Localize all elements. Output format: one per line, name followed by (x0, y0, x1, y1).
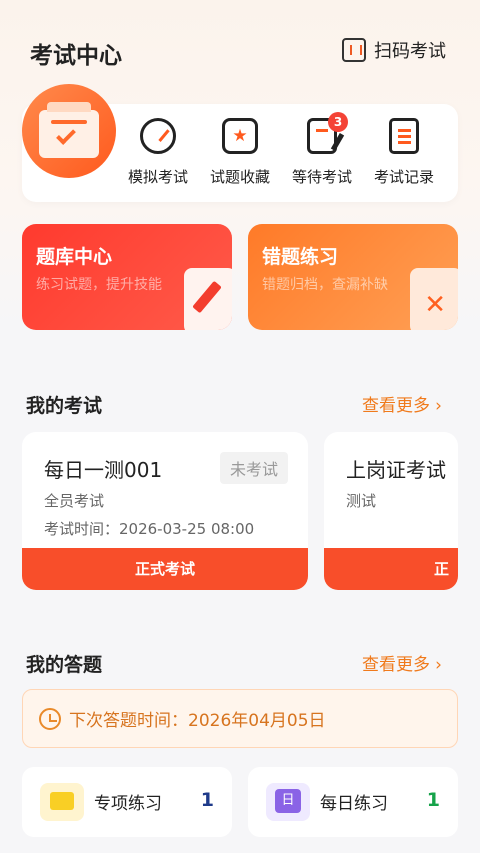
promo-title: 题库中心 (36, 246, 113, 268)
quick-action-exam-records[interactable]: 考试记录 (364, 118, 444, 187)
chevron-right-icon: › (435, 396, 442, 416)
exam-card[interactable]: 上岗证考试 测试 正式考试 (324, 432, 458, 590)
practice-count: 1 (200, 789, 214, 811)
exam-time: 考试时间：2026-03-25 08:00 (44, 520, 255, 538)
practice-count: 1 (426, 789, 440, 811)
promo-title: 错题练习 (262, 246, 339, 268)
quick-action-pending-exams[interactable]: 等待考试 (282, 118, 362, 187)
more-label: 查看更多 (362, 655, 430, 675)
quick-action-mock-exam[interactable]: 模拟考试 (118, 118, 198, 187)
exam-type: 全员考试 (44, 492, 105, 510)
quick-action-label: 考试记录 (373, 168, 434, 186)
page-title: 考试中心 (30, 43, 122, 69)
my-answers-more-link[interactable]: 查看更多 › (362, 650, 442, 675)
special-practice-icon (40, 783, 84, 821)
practice-label: 专项练习 (94, 794, 162, 814)
quick-action-label: 模拟考试 (127, 168, 188, 186)
special-practice-card[interactable]: 专项练习 1 (22, 767, 232, 837)
promo-subtitle: 错题归档，查漏补缺 (262, 277, 388, 293)
calendar-icon (266, 783, 310, 821)
next-answer-time: 下次答题时间：2026年04月05日 (69, 711, 326, 731)
chevron-right-icon: › (435, 655, 442, 675)
list-doc-icon (389, 118, 419, 154)
daily-practice-card[interactable]: 每日练习 1 (248, 767, 458, 837)
exam-name: 上岗证考试 (346, 458, 446, 482)
my-answers-title: 我的答题 (26, 654, 103, 676)
start-exam-button[interactable]: 正式考试 (324, 548, 458, 590)
pending-count-badge: 3 (328, 112, 348, 132)
my-exams-title: 我的考试 (26, 395, 103, 417)
question-bank-card[interactable]: 题库中心 练习试题，提升技能 (22, 224, 232, 330)
star-icon: ★ (222, 118, 258, 154)
quick-action-label: 等待考试 (291, 168, 352, 186)
more-label: 查看更多 (362, 396, 430, 416)
quick-action-label: 试题收藏 (209, 168, 270, 186)
practice-label: 每日练习 (320, 794, 388, 814)
clock-icon (39, 707, 61, 730)
quick-action-favorites[interactable]: ★ 试题收藏 (200, 118, 280, 187)
scan-exam-button[interactable]: 扫码考试 (342, 36, 446, 64)
scan-icon (342, 38, 366, 62)
scan-exam-label: 扫码考试 (374, 41, 446, 62)
exam-card[interactable]: 每日一测001 未考试 全员考试 考试时间：2026-03-25 08:00 正… (22, 432, 308, 590)
promo-subtitle: 练习试题，提升技能 (36, 277, 162, 293)
my-exams-more-link[interactable]: 查看更多 › (362, 391, 442, 416)
exam-status-badge: 未考试 (219, 452, 288, 484)
pencil-book-icon (184, 268, 232, 330)
next-answer-time-banner: 下次答题时间：2026年04月05日 (22, 689, 458, 748)
start-exam-button[interactable]: 正式考试 (22, 548, 308, 590)
exam-type: 测试 (346, 492, 377, 510)
exam-center-logo-icon (22, 84, 116, 178)
wrong-questions-card[interactable]: 错题练习 错题归档，查漏补缺 ✕ (248, 224, 458, 330)
gauge-icon (140, 118, 176, 154)
x-mark-icon: ✕ (424, 290, 446, 320)
exam-name: 每日一测001 (44, 458, 163, 482)
